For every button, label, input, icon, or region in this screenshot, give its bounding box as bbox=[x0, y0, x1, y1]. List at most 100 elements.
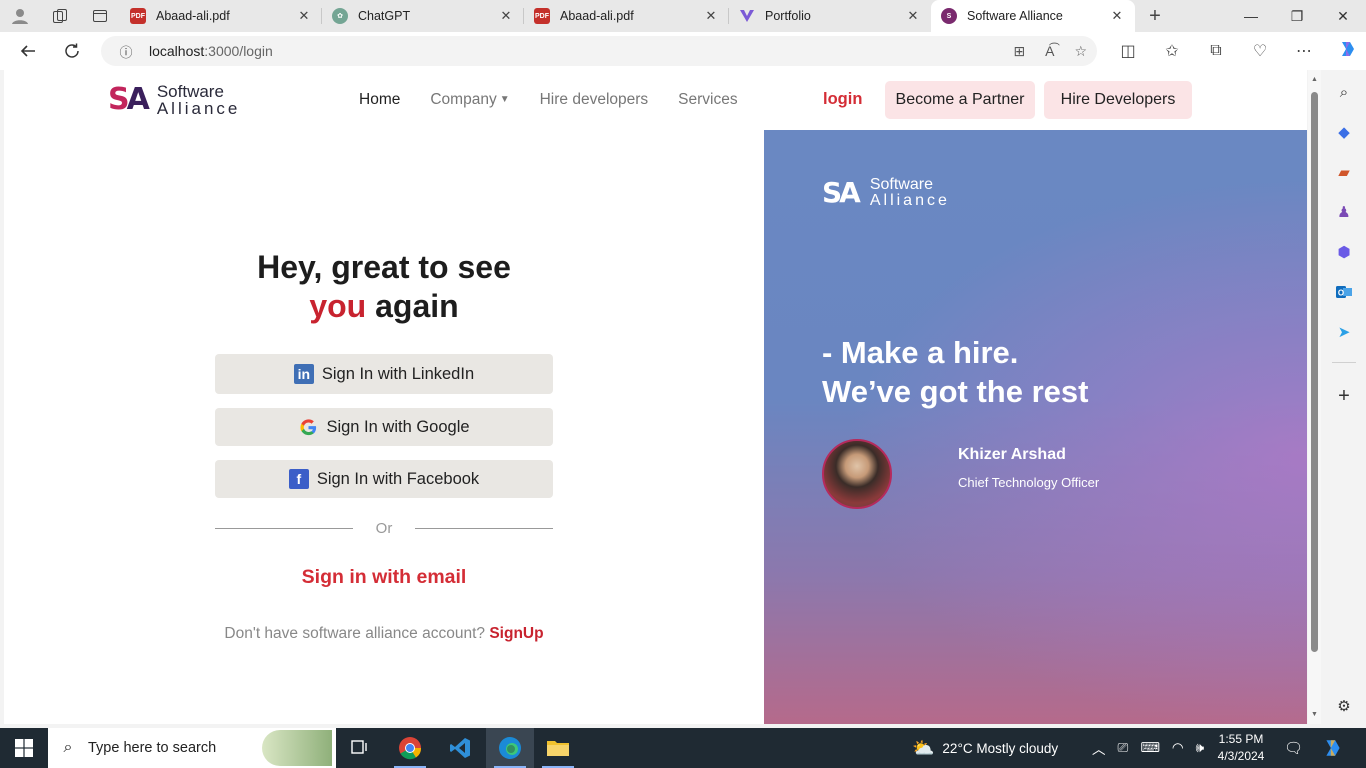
meet-now-icon[interactable]: ⎚ bbox=[1118, 740, 1129, 756]
promo-logo-mark-a: A bbox=[839, 176, 861, 209]
search-icon: ⌕ bbox=[63, 739, 73, 756]
add-sidebar-app-icon[interactable]: + bbox=[1332, 384, 1356, 408]
facebook-signin-button[interactable]: f Sign In with Facebook bbox=[215, 460, 553, 498]
windows-taskbar: ⌕ Type here to search ⛅ 22°C Mostly clou… bbox=[0, 728, 1366, 768]
promo-tagline: - Make a hire. We’ve got the rest bbox=[822, 333, 1088, 411]
linkedin-signin-label: Sign In with LinkedIn bbox=[321, 364, 475, 383]
outlook-icon[interactable]: O bbox=[1332, 280, 1356, 304]
app-available-icon[interactable]: ⊞ bbox=[1013, 43, 1025, 60]
google-signin-button[interactable]: Sign In with Google bbox=[215, 408, 553, 446]
new-tab-icon[interactable]: + bbox=[1135, 5, 1175, 28]
taskbar-search[interactable]: ⌕ Type here to search bbox=[48, 728, 336, 768]
browser-essentials-icon[interactable]: ♡ bbox=[1238, 41, 1282, 61]
favorite-star-icon[interactable]: ☆ bbox=[1074, 43, 1087, 60]
url-text[interactable]: localhost:3000/login bbox=[149, 43, 273, 59]
games-icon[interactable]: ♟ bbox=[1332, 200, 1356, 224]
chrome-taskbar-icon[interactable] bbox=[386, 728, 434, 768]
nav-company[interactable]: Company ▼ bbox=[430, 91, 509, 109]
page-scrollbar[interactable]: ▲ ▼ bbox=[1308, 70, 1321, 724]
promo-panel: SA Software Alliance - Make a hire. We’v… bbox=[764, 130, 1307, 724]
more-options-icon[interactable]: ⋯ bbox=[1282, 41, 1326, 61]
nav-company-label: Company bbox=[430, 91, 497, 108]
refresh-icon[interactable] bbox=[50, 32, 94, 70]
logo-mark-s: S bbox=[108, 82, 130, 117]
task-view-icon[interactable] bbox=[336, 728, 384, 768]
microsoft-365-icon[interactable]: ⬢ bbox=[1332, 240, 1356, 264]
scrollbar-thumb[interactable] bbox=[1311, 92, 1318, 652]
read-aloud-icon[interactable]: A͡ bbox=[1045, 43, 1054, 59]
scroll-up-icon[interactable]: ▲ bbox=[1308, 76, 1321, 83]
favorites-icon[interactable]: ✩ bbox=[1150, 41, 1194, 61]
promo-logo-mark: SA bbox=[822, 176, 861, 209]
clock-time: 1:55 PM bbox=[1218, 732, 1264, 746]
wifi-icon[interactable]: ◠ bbox=[1172, 740, 1184, 756]
main-nav: Home Company ▼ Hire developers Services bbox=[359, 91, 738, 109]
site-logo[interactable]: SA Software Alliance bbox=[108, 82, 240, 117]
linkedin-signin-button[interactable]: in Sign In with LinkedIn bbox=[215, 354, 553, 394]
become-partner-button[interactable]: Become a Partner bbox=[885, 81, 1035, 119]
pdf-icon: PDF bbox=[534, 8, 550, 24]
search-icon[interactable]: ⌕ bbox=[1332, 80, 1356, 104]
facebook-signin-label: Sign In with Facebook bbox=[316, 469, 480, 488]
tab-chatgpt[interactable]: ✿ ChatGPT ✕ bbox=[322, 0, 524, 32]
back-icon[interactable] bbox=[6, 32, 50, 70]
email-signin-link[interactable]: Sign in with email bbox=[134, 566, 634, 589]
show-hidden-icons-icon[interactable]: ︿ bbox=[1092, 738, 1106, 758]
file-explorer-icon[interactable] bbox=[534, 728, 582, 768]
tab-pdf-1[interactable]: PDF Abaad-ali.pdf ✕ bbox=[120, 0, 322, 32]
workspaces-icon[interactable] bbox=[40, 0, 80, 32]
nav-login[interactable]: login bbox=[823, 90, 862, 109]
input-language-icon[interactable]: ⌨ bbox=[1140, 740, 1160, 756]
site-info-icon[interactable]: ⓘ bbox=[109, 42, 143, 61]
promo-logo-text: Software Alliance bbox=[870, 176, 950, 209]
volume-icon[interactable]: 🕪 bbox=[1196, 740, 1205, 756]
portfolio-icon bbox=[739, 8, 755, 24]
tab-actions-icon[interactable] bbox=[80, 0, 120, 32]
edge-taskbar-icon[interactable] bbox=[486, 728, 534, 768]
signup-link[interactable]: SignUp bbox=[489, 625, 543, 642]
tab-label: Abaad-ali.pdf bbox=[560, 9, 634, 23]
windows-start-icon[interactable] bbox=[0, 728, 48, 768]
testimonial-name: Khizer Arshad bbox=[958, 446, 1066, 463]
search-highlight-illustration bbox=[262, 730, 332, 766]
copilot-icon[interactable] bbox=[1326, 39, 1366, 64]
close-icon[interactable]: ✕ bbox=[703, 8, 719, 24]
tools-icon[interactable]: ▰ bbox=[1332, 160, 1356, 184]
minimize-icon[interactable]: — bbox=[1228, 0, 1274, 32]
close-icon[interactable]: ✕ bbox=[296, 8, 312, 24]
collections-icon[interactable]: ⧉ bbox=[1194, 42, 1238, 60]
split-screen-icon[interactable]: ◫ bbox=[1106, 41, 1150, 61]
tab-software-alliance[interactable]: S Software Alliance ✕ bbox=[931, 0, 1135, 32]
window-close-icon[interactable]: ✕ bbox=[1320, 0, 1366, 32]
svg-text:O: O bbox=[1338, 289, 1344, 298]
weather-widget[interactable]: ⛅ 22°C Mostly cloudy bbox=[912, 728, 1058, 768]
address-bar[interactable]: ⓘ localhost:3000/login ⊞ A͡ ☆ bbox=[101, 36, 1097, 66]
system-tray: ︿ ⎚ ⌨ ◠ 🕪 bbox=[1092, 728, 1204, 768]
close-icon[interactable]: ✕ bbox=[905, 8, 921, 24]
copilot-taskbar-icon[interactable] bbox=[1322, 728, 1344, 768]
sidebar-settings-gear-icon[interactable]: ⚙ bbox=[1332, 694, 1356, 718]
google-icon bbox=[298, 417, 318, 437]
nav-hire-developers[interactable]: Hire developers bbox=[540, 91, 649, 109]
tagline-line-1: - Make a hire. bbox=[822, 335, 1019, 370]
tab-portfolio[interactable]: Portfolio ✕ bbox=[729, 0, 931, 32]
vscode-taskbar-icon[interactable] bbox=[436, 728, 484, 768]
notifications-icon[interactable]: 🗨 bbox=[1284, 728, 1303, 768]
hire-developers-button[interactable]: Hire Developers bbox=[1044, 81, 1192, 119]
shopping-tag-icon[interactable]: ◆ bbox=[1332, 120, 1356, 144]
nav-home[interactable]: Home bbox=[359, 91, 400, 109]
restore-icon[interactable]: ❐ bbox=[1274, 0, 1320, 32]
close-icon[interactable]: ✕ bbox=[1109, 8, 1125, 24]
signup-prompt: Don't have software alliance account? Si… bbox=[134, 625, 634, 643]
profile-icon[interactable] bbox=[0, 0, 40, 32]
taskbar-clock[interactable]: 1:55 PM 4/3/2024 bbox=[1208, 731, 1274, 765]
chatgpt-icon: ✿ bbox=[332, 8, 348, 24]
scroll-down-icon[interactable]: ▼ bbox=[1308, 711, 1321, 718]
window-controls: — ❐ ✕ bbox=[1228, 0, 1366, 32]
tab-pdf-2[interactable]: PDF Abaad-ali.pdf ✕ bbox=[524, 0, 729, 32]
nav-services[interactable]: Services bbox=[678, 91, 737, 109]
promo-logo-mark-s: S bbox=[822, 176, 842, 209]
logo-line-1: Software bbox=[156, 81, 224, 101]
drop-icon[interactable]: ➤ bbox=[1332, 320, 1356, 344]
close-icon[interactable]: ✕ bbox=[498, 8, 514, 24]
